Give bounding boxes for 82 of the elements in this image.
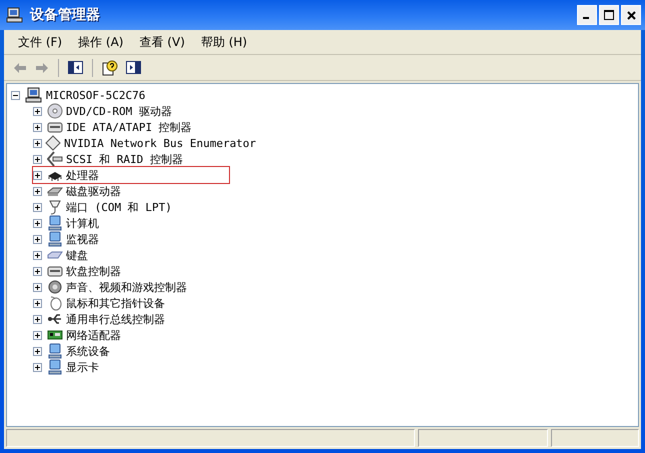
tree-item[interactable]: 系统设备 — [66, 344, 110, 358]
speaker-icon — [47, 279, 63, 295]
minimize-button[interactable] — [577, 5, 597, 25]
expand-toggle[interactable] — [33, 330, 44, 340]
left-arrow-icon — [13, 62, 27, 74]
expand-toggle[interactable] — [33, 282, 44, 292]
panel-icon — [68, 61, 83, 74]
expand-toggle[interactable] — [33, 298, 44, 308]
tree-item[interactable]: 显示卡 — [66, 360, 99, 374]
expand-toggle[interactable] — [33, 314, 44, 324]
plus-icon — [33, 234, 42, 244]
monitor-icon — [47, 215, 63, 231]
expand-toggle[interactable] — [33, 122, 44, 132]
plus-icon — [33, 266, 42, 276]
expand-toggle[interactable] — [33, 218, 44, 228]
close-icon — [626, 10, 636, 20]
maximize-button[interactable] — [599, 5, 619, 25]
menu-item[interactable]: 帮助 (H) — [194, 32, 254, 52]
plus-icon — [33, 202, 42, 212]
plus-icon — [33, 250, 42, 260]
plus-icon — [33, 314, 42, 324]
collapse-toggle[interactable] — [11, 90, 22, 100]
tree-item[interactable]: 计算机 — [66, 216, 99, 230]
pane-button[interactable] — [123, 59, 144, 76]
plus-icon — [33, 282, 42, 292]
plus-icon — [33, 154, 42, 164]
disc-icon — [47, 103, 63, 119]
maximize-icon — [604, 10, 614, 20]
tree-item[interactable]: 端口 (COM 和 LPT) — [66, 200, 172, 214]
monitor-icon — [47, 359, 63, 375]
expand-toggle[interactable] — [33, 234, 44, 244]
right-arrow-icon — [35, 62, 49, 74]
plus-icon — [33, 330, 42, 340]
plus-icon — [33, 106, 42, 116]
close-button[interactable] — [621, 5, 641, 25]
monitor-icon — [47, 343, 63, 359]
monitor-icon — [47, 231, 63, 247]
expand-toggle[interactable] — [33, 362, 44, 372]
tree-item[interactable]: 磁盘驱动器 — [66, 184, 121, 198]
expand-toggle[interactable] — [33, 202, 44, 212]
tree-item[interactable]: 网络适配器 — [66, 328, 121, 342]
expand-toggle[interactable] — [33, 186, 44, 196]
menu-item[interactable]: 文件 (F) — [12, 32, 68, 52]
menu-item[interactable]: 操作 (A) — [72, 32, 130, 52]
tree-item[interactable]: 键盘 — [66, 248, 88, 262]
tree-item[interactable]: IDE ATA/ATAPI 控制器 — [66, 120, 192, 134]
tree-item[interactable]: MICROSOF-5C2C76 — [46, 88, 146, 102]
expand-toggle[interactable] — [33, 170, 44, 180]
tree-item[interactable]: 软盘控制器 — [66, 264, 121, 278]
help-icon — [102, 60, 118, 76]
panel-icon — [126, 61, 141, 74]
plus-icon — [33, 122, 42, 132]
expand-toggle[interactable] — [33, 154, 44, 164]
tree-item[interactable]: 处理器 — [66, 168, 99, 182]
expand-toggle[interactable] — [33, 106, 44, 116]
minus-icon — [11, 90, 20, 100]
tree-item[interactable]: NVIDIA Network Bus Enumerator — [64, 136, 256, 150]
expand-toggle[interactable] — [33, 346, 44, 356]
tree-item[interactable]: SCSI 和 RAID 控制器 — [66, 152, 183, 166]
tree-item[interactable]: 声音、视频和游戏控制器 — [66, 280, 187, 294]
diamond-icon — [45, 135, 61, 151]
plus-icon — [33, 298, 42, 308]
menu-item[interactable]: 查看 (V) — [133, 32, 191, 52]
connector-icon — [47, 151, 63, 167]
plug-icon — [47, 199, 63, 215]
tree-item[interactable]: 监视器 — [66, 232, 99, 246]
show-tree-button[interactable] — [65, 59, 86, 76]
window-title: 设备管理器 — [30, 6, 101, 24]
plus-icon — [33, 362, 42, 372]
plus-icon — [33, 186, 42, 196]
tree-item[interactable]: 通用串行总线控制器 — [66, 312, 165, 326]
computer-icon — [25, 87, 43, 103]
plus-icon — [33, 170, 42, 180]
plus-icon — [33, 218, 42, 228]
plus-icon — [33, 138, 42, 148]
tree-item[interactable]: DVD/CD-ROM 驱动器 — [66, 104, 172, 118]
tree-item[interactable]: 鼠标和其它指针设备 — [66, 296, 165, 310]
plus-icon — [33, 346, 42, 356]
expand-toggle[interactable] — [33, 266, 44, 276]
computer-icon — [6, 7, 24, 23]
expand-toggle[interactable] — [33, 138, 42, 148]
expand-toggle[interactable] — [33, 250, 44, 260]
